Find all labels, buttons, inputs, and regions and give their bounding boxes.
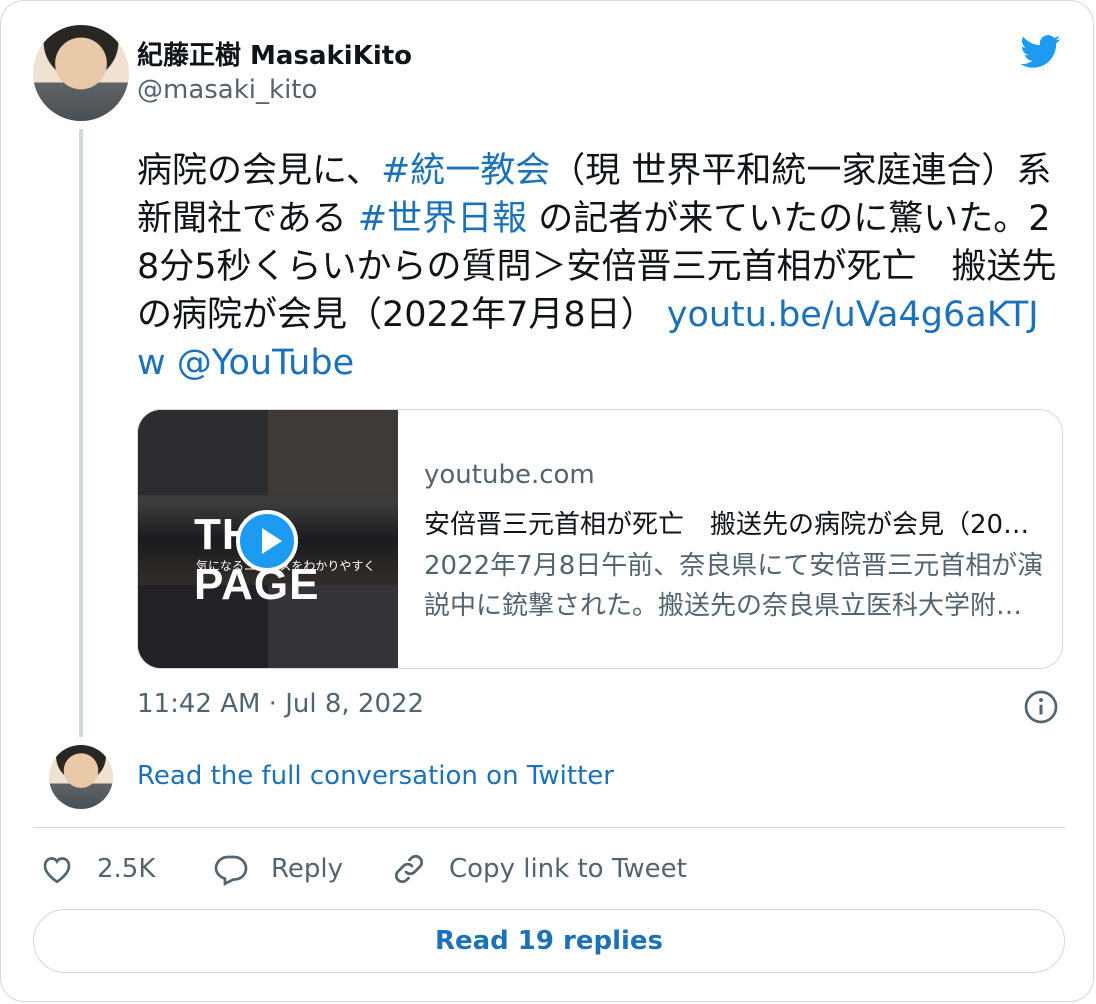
like-button[interactable]: 2.5K (39, 849, 155, 889)
read-full-conversation-link[interactable]: Read the full conversation on Twitter (137, 761, 614, 791)
hashtag-link[interactable]: #世界日報 (358, 199, 527, 239)
card-title: 安倍晋三元首相が死亡 搬送先の病院が会見（2022年7月8日） (424, 510, 1044, 540)
info-icon[interactable] (1023, 689, 1059, 725)
mention-link[interactable]: @YouTube (177, 343, 354, 383)
like-count: 2.5K (97, 854, 156, 884)
author-handle[interactable]: @masaki_kito (137, 75, 317, 105)
conversation-avatar[interactable] (49, 745, 113, 809)
card-description: 2022年7月8日午前、奈良県にて安倍晋三元首相が演説中に銃撃された。搬送先の奈… (424, 551, 1044, 621)
author-name[interactable]: 紀藤正樹 MasakiKito (137, 35, 412, 72)
copy-link-button[interactable]: Copy link to Tweet (391, 849, 687, 889)
reply-button[interactable]: Reply (213, 849, 343, 889)
link-icon (395, 855, 423, 883)
speech-bubble-icon (214, 855, 248, 886)
tweet-text: 病院の会見に、#統一教会（現 世界平和統一家庭連合）系新聞社である #世界日報 … (137, 147, 1067, 387)
copy-link-label: Copy link to Tweet (449, 854, 687, 884)
card-domain: youtube.com (424, 460, 595, 490)
divider (33, 827, 1065, 828)
read-replies-button[interactable]: Read 19 replies (33, 909, 1065, 973)
tweet-embed-card: 紀藤正樹 MasakiKito @masaki_kito 病院の会見に、#統一教… (0, 0, 1094, 1002)
tweet-timestamp[interactable]: 11:42 AM · Jul 8, 2022 (137, 689, 424, 719)
heart-icon (43, 857, 71, 884)
thread-line (79, 129, 83, 737)
twitter-bird-icon[interactable] (1017, 31, 1065, 71)
reply-label: Reply (271, 854, 344, 884)
link-preview-card[interactable]: THE PAGE 気になるニュースをわかりやすく youtube.com 安倍晋… (137, 409, 1063, 669)
play-icon[interactable] (236, 510, 298, 572)
video-thumbnail[interactable]: THE PAGE 気になるニュースをわかりやすく (138, 410, 398, 668)
tweet-text-segment: 病院の会見に、 (137, 151, 381, 191)
hashtag-link[interactable]: #統一教会 (381, 151, 550, 191)
author-avatar[interactable] (33, 25, 129, 121)
